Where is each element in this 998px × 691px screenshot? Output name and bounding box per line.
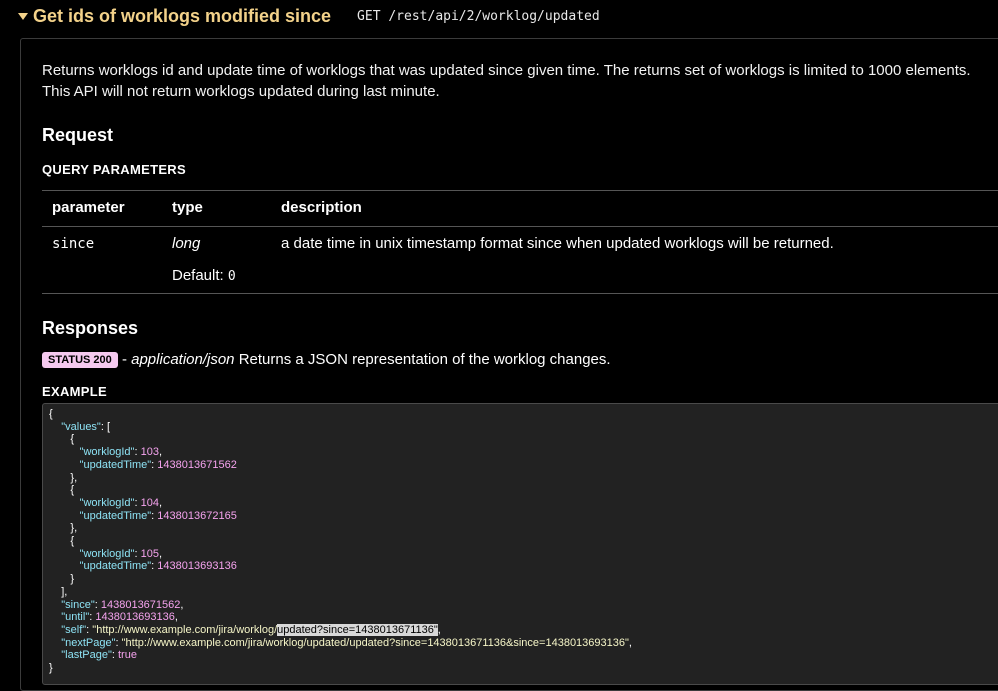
param-name: since bbox=[52, 236, 95, 252]
code-brace: { bbox=[49, 408, 53, 420]
query-parameters-heading: QUERY PARAMETERS bbox=[42, 162, 186, 177]
code-number: 1438013672165 bbox=[157, 509, 237, 522]
code-number: 1438013693136 bbox=[157, 560, 237, 573]
code-number: 105 bbox=[140, 547, 159, 560]
param-type: long bbox=[172, 235, 201, 252]
code-key: "lastPage" bbox=[61, 649, 112, 662]
param-description: a date time in unix timestamp format sin… bbox=[281, 235, 834, 252]
code-key: "updatedTime" bbox=[79, 560, 152, 573]
code-key: "worklogId" bbox=[79, 496, 135, 509]
code-string-selected: updated?since=1438013671136" bbox=[277, 623, 438, 636]
endpoint-description: Returns worklogs id and update time of w… bbox=[42, 62, 971, 100]
code-key: "nextPage" bbox=[61, 636, 116, 649]
status-badge: STATUS 200 bbox=[42, 351, 118, 368]
param-default-value: 0 bbox=[227, 269, 236, 284]
code-key: "until" bbox=[61, 611, 90, 624]
code-string: "http://www.example.com/jira/worklog/ bbox=[92, 623, 278, 636]
table-divider bbox=[42, 226, 998, 227]
code-number: 1438013671562 bbox=[157, 458, 237, 471]
param-default: Default: 0 bbox=[172, 267, 236, 284]
code-key: "worklogId" bbox=[79, 446, 135, 459]
code-key: "self" bbox=[61, 623, 87, 636]
request-heading: Request bbox=[42, 125, 114, 145]
example-code-block[interactable]: { "values": [ { "worklogId": 103, "updat… bbox=[42, 403, 998, 685]
example-heading: EXAMPLE bbox=[42, 384, 107, 399]
code-number: 104 bbox=[140, 496, 159, 509]
code-key: "worklogId" bbox=[79, 547, 135, 560]
code-key: "since" bbox=[61, 598, 95, 611]
code-key: "updatedTime" bbox=[79, 509, 152, 522]
table-divider bbox=[42, 293, 998, 294]
response-status-line: STATUS 200 - application/json Returns a … bbox=[42, 351, 611, 368]
code-number: 1438013671562 bbox=[100, 598, 181, 611]
section-header[interactable]: Get ids of worklogs modified since GET /… bbox=[18, 4, 600, 28]
table-divider bbox=[42, 190, 998, 191]
responses-heading: Responses bbox=[42, 318, 139, 338]
code-number: 1438013693136 bbox=[95, 611, 175, 624]
section-title[interactable]: Get ids of worklogs modified since bbox=[33, 6, 331, 27]
column-header-description: description bbox=[281, 199, 362, 216]
endpoint-path: GET /rest/api/2/worklog/updated bbox=[357, 8, 600, 24]
status-dash: - bbox=[117, 351, 132, 368]
code-key: "values" bbox=[61, 420, 101, 433]
code-key: "updatedTime" bbox=[79, 458, 152, 471]
column-header-parameter: parameter bbox=[52, 199, 125, 216]
caret-down-icon[interactable] bbox=[18, 13, 28, 20]
param-default-label: Default: bbox=[172, 267, 228, 284]
code-boolean: true bbox=[117, 649, 137, 662]
content-type: application/json bbox=[131, 351, 235, 368]
code-string: "http://www.example.com/jira/worklog/upd… bbox=[121, 636, 629, 649]
column-header-type: type bbox=[172, 199, 203, 216]
status-text: Returns a JSON representation of the wor… bbox=[234, 351, 611, 368]
code-number: 103 bbox=[140, 446, 159, 459]
